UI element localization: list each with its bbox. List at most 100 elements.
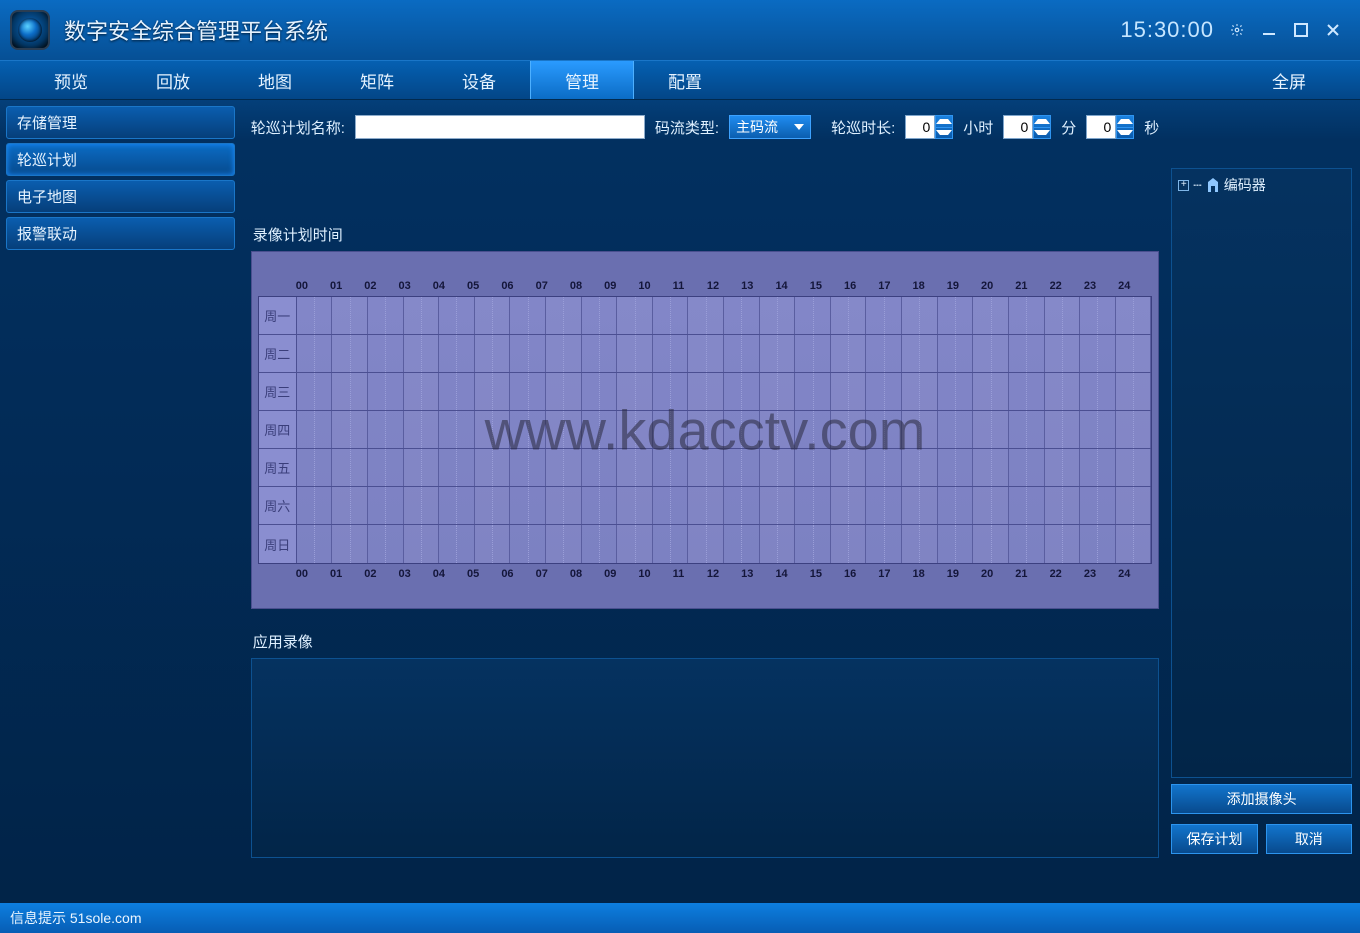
schedule-cell[interactable]	[724, 335, 760, 372]
schedule-cell[interactable]	[653, 335, 689, 372]
schedule-cell[interactable]	[546, 487, 582, 524]
schedule-cell[interactable]	[475, 335, 511, 372]
schedule-cell[interactable]	[1009, 449, 1045, 486]
schedule-cell[interactable]	[332, 487, 368, 524]
schedule-cell[interactable]	[1116, 335, 1152, 372]
schedule-cell[interactable]	[582, 297, 618, 334]
sidebar-item-patrol[interactable]: 轮巡计划	[6, 143, 235, 176]
schedule-cell[interactable]	[332, 411, 368, 448]
schedule-cell[interactable]	[582, 487, 618, 524]
schedule-cell[interactable]	[973, 297, 1009, 334]
schedule-cell[interactable]	[1080, 487, 1116, 524]
schedule-cell[interactable]	[973, 487, 1009, 524]
schedule-cell[interactable]	[938, 411, 974, 448]
settings-icon[interactable]	[1228, 21, 1246, 39]
schedule-cell[interactable]	[439, 487, 475, 524]
schedule-cell[interactable]	[475, 373, 511, 410]
schedule-cell[interactable]	[688, 411, 724, 448]
close-icon[interactable]	[1324, 21, 1342, 39]
schedule-cell[interactable]	[902, 449, 938, 486]
schedule-cell[interactable]	[688, 335, 724, 372]
schedule-cell[interactable]	[475, 411, 511, 448]
schedule-cell[interactable]	[510, 411, 546, 448]
schedule-cell[interactable]	[582, 335, 618, 372]
schedule-cell[interactable]	[795, 525, 831, 563]
schedule-cell[interactable]	[653, 411, 689, 448]
schedule-cell[interactable]	[368, 487, 404, 524]
plan-name-input[interactable]	[355, 115, 645, 139]
schedule-cell[interactable]	[475, 525, 511, 563]
schedule-cell[interactable]	[617, 335, 653, 372]
minutes-value[interactable]: 0	[1003, 115, 1033, 139]
schedule-cell[interactable]	[938, 525, 974, 563]
schedule-cell[interactable]	[297, 373, 333, 410]
day-row[interactable]: 周日	[259, 525, 1152, 563]
schedule-cell[interactable]	[902, 525, 938, 563]
schedule-cell[interactable]	[1045, 373, 1081, 410]
nav-preview[interactable]: 预览	[20, 61, 122, 99]
schedule-cell[interactable]	[582, 449, 618, 486]
schedule-cell[interactable]	[368, 297, 404, 334]
schedule-cell[interactable]	[475, 297, 511, 334]
schedule-cell[interactable]	[297, 411, 333, 448]
schedule-cell[interactable]	[688, 449, 724, 486]
schedule-cell[interactable]	[760, 449, 796, 486]
schedule-cell[interactable]	[1009, 525, 1045, 563]
schedule-cell[interactable]	[688, 487, 724, 524]
schedule-cell[interactable]	[795, 411, 831, 448]
stream-type-dropdown[interactable]: 主码流	[729, 115, 811, 139]
schedule-cell[interactable]	[617, 411, 653, 448]
schedule-cell[interactable]	[1080, 411, 1116, 448]
hours-spinner[interactable]: 0	[905, 115, 953, 139]
day-row[interactable]: 周一	[259, 297, 1152, 335]
schedule-cell[interactable]	[938, 297, 974, 334]
schedule-cell[interactable]	[332, 525, 368, 563]
nav-fullscreen[interactable]: 全屏	[1238, 61, 1340, 99]
schedule-cell[interactable]	[1080, 373, 1116, 410]
schedule-cell[interactable]	[653, 525, 689, 563]
device-tree[interactable]: + ┄ 编码器	[1171, 168, 1352, 778]
schedule-cell[interactable]	[546, 297, 582, 334]
schedule-cell[interactable]	[439, 373, 475, 410]
schedule-cell[interactable]	[724, 487, 760, 524]
schedule-cell[interactable]	[1009, 373, 1045, 410]
schedule-cell[interactable]	[332, 449, 368, 486]
schedule-cell[interactable]	[439, 297, 475, 334]
schedule-cell[interactable]	[368, 525, 404, 563]
schedule-cell[interactable]	[831, 335, 867, 372]
schedule-cell[interactable]	[297, 297, 333, 334]
schedule-cell[interactable]	[617, 525, 653, 563]
minutes-spinner[interactable]: 0	[1003, 115, 1051, 139]
schedule-cell[interactable]	[439, 449, 475, 486]
schedule-cell[interactable]	[439, 335, 475, 372]
schedule-cell[interactable]	[866, 335, 902, 372]
schedule-cell[interactable]	[760, 525, 796, 563]
nav-manage[interactable]: 管理	[530, 61, 634, 99]
schedule-cell[interactable]	[404, 525, 440, 563]
schedule-cell[interactable]	[1045, 449, 1081, 486]
schedule-cell[interactable]	[653, 373, 689, 410]
schedule-cell[interactable]	[332, 297, 368, 334]
schedule-cell[interactable]	[760, 297, 796, 334]
schedule-cell[interactable]	[1045, 297, 1081, 334]
tree-root-item[interactable]: + ┄ 编码器	[1178, 175, 1345, 195]
schedule-cell[interactable]	[439, 411, 475, 448]
schedule-cell[interactable]	[1009, 411, 1045, 448]
schedule-cell[interactable]	[546, 373, 582, 410]
apply-recording-box[interactable]	[251, 658, 1160, 858]
schedule-cell[interactable]	[1045, 411, 1081, 448]
day-row[interactable]: 周四	[259, 411, 1152, 449]
schedule-cell[interactable]	[546, 411, 582, 448]
schedule-cell[interactable]	[1080, 335, 1116, 372]
schedule-cell[interactable]	[297, 449, 333, 486]
schedule-cell[interactable]	[902, 297, 938, 334]
add-camera-button[interactable]: 添加摄像头	[1171, 784, 1352, 814]
schedule-cell[interactable]	[795, 335, 831, 372]
schedule-cell[interactable]	[866, 525, 902, 563]
schedule-cell[interactable]	[368, 335, 404, 372]
schedule-cell[interactable]	[1116, 297, 1152, 334]
schedule-cell[interactable]	[724, 525, 760, 563]
schedule-cell[interactable]	[973, 449, 1009, 486]
schedule-cell[interactable]	[866, 449, 902, 486]
schedule-cell[interactable]	[831, 297, 867, 334]
